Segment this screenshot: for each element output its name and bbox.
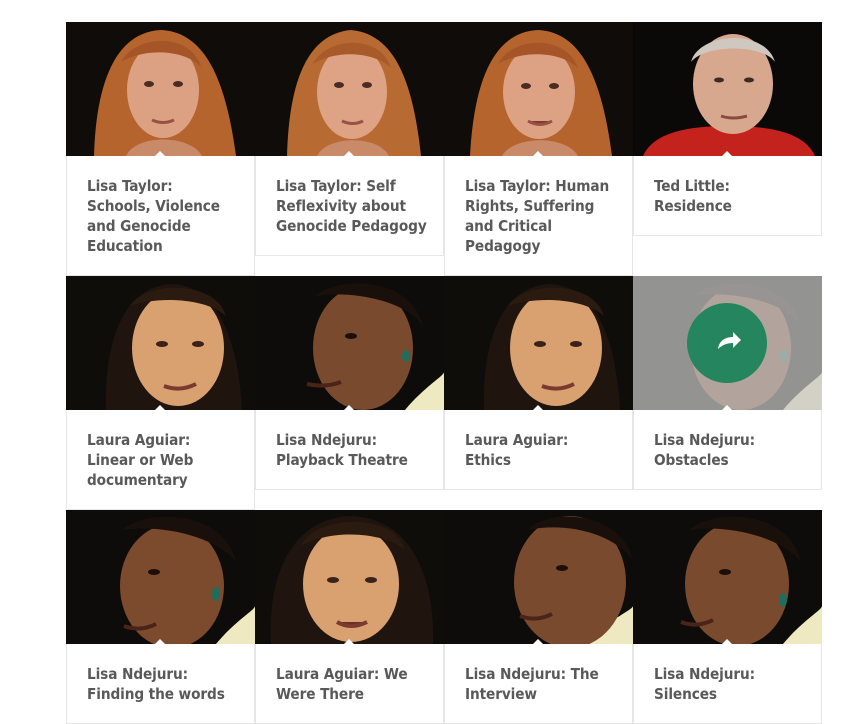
video-card[interactable]: Laura Aguiar: Linear or Web documentary — [66, 276, 255, 510]
video-card[interactable]: Lisa Taylor: Human Rights, Suffering and… — [444, 22, 633, 276]
video-title[interactable]: Laura Aguiar: Ethics — [444, 410, 633, 490]
pointer-caret — [532, 639, 544, 644]
video-card[interactable]: Laura Aguiar: We Were There — [255, 510, 444, 724]
portrait-image — [255, 22, 444, 156]
video-title[interactable]: Lisa Ndejuru: Playback Theatre — [255, 410, 444, 490]
share-arrow-icon — [718, 332, 741, 349]
video-card[interactable]: Lisa Ndejuru: Obstacles — [633, 276, 822, 490]
portrait-image — [444, 276, 633, 410]
video-card[interactable]: Lisa Taylor: Schools, Violence and Genoc… — [66, 22, 255, 276]
video-title[interactable]: Laura Aguiar: Linear or Web documentary — [66, 410, 255, 510]
video-title[interactable]: Lisa Taylor: Human Rights, Suffering and… — [444, 156, 633, 276]
video-thumbnail[interactable] — [255, 22, 444, 156]
video-thumbnail[interactable] — [633, 510, 822, 644]
pointer-caret — [721, 639, 733, 644]
portrait-image — [633, 510, 822, 644]
video-card[interactable]: Lisa Ndejuru: The Interview — [444, 510, 633, 724]
video-title[interactable]: Lisa Ndejuru: Silences — [633, 644, 822, 724]
video-thumbnail[interactable] — [66, 510, 255, 644]
share-button[interactable] — [687, 303, 767, 383]
video-card[interactable]: Lisa Taylor: Self Reflexivity about Geno… — [255, 22, 444, 256]
pointer-caret — [154, 151, 166, 156]
portrait-image — [255, 510, 444, 644]
video-thumbnail[interactable] — [66, 276, 255, 410]
pointer-caret — [343, 639, 355, 644]
portrait-image — [444, 22, 633, 156]
video-thumbnail[interactable] — [444, 276, 633, 410]
portrait-image — [66, 510, 255, 644]
video-title[interactable]: Ted Little: Residence — [633, 156, 822, 236]
video-thumbnail[interactable] — [255, 276, 444, 410]
video-thumbnail[interactable] — [633, 276, 822, 410]
video-thumbnail[interactable] — [255, 510, 444, 644]
video-card[interactable]: Lisa Ndejuru: Playback Theatre — [255, 276, 444, 490]
video-thumbnail[interactable] — [444, 22, 633, 156]
pointer-caret — [721, 405, 733, 410]
video-title[interactable]: Lisa Taylor: Schools, Violence and Genoc… — [66, 156, 255, 276]
video-card[interactable]: Lisa Ndejuru: Finding the words — [66, 510, 255, 724]
portrait-image — [255, 276, 444, 410]
portrait-image — [444, 510, 633, 644]
video-title[interactable]: Lisa Ndejuru: The Interview — [444, 644, 633, 724]
portrait-image — [66, 22, 255, 156]
video-card[interactable]: Ted Little: Residence — [633, 22, 822, 236]
video-thumbnail[interactable] — [444, 510, 633, 644]
pointer-caret — [154, 405, 166, 410]
video-thumbnail[interactable] — [66, 22, 255, 156]
video-title[interactable]: Lisa Ndejuru: Finding the words — [66, 644, 255, 724]
portrait-image — [633, 22, 822, 156]
video-card[interactable]: Laura Aguiar: Ethics — [444, 276, 633, 490]
video-title[interactable]: Laura Aguiar: We Were There — [255, 644, 444, 724]
portrait-image — [66, 276, 255, 410]
pointer-caret — [532, 151, 544, 156]
video-card[interactable]: Lisa Ndejuru: Silences — [633, 510, 822, 724]
pointer-caret — [154, 639, 166, 644]
pointer-caret — [343, 151, 355, 156]
pointer-caret — [532, 405, 544, 410]
video-title[interactable]: Lisa Taylor: Self Reflexivity about Geno… — [255, 156, 444, 256]
video-thumbnail[interactable] — [633, 22, 822, 156]
pointer-caret — [343, 405, 355, 410]
video-title[interactable]: Lisa Ndejuru: Obstacles — [633, 410, 822, 490]
pointer-caret — [721, 151, 733, 156]
